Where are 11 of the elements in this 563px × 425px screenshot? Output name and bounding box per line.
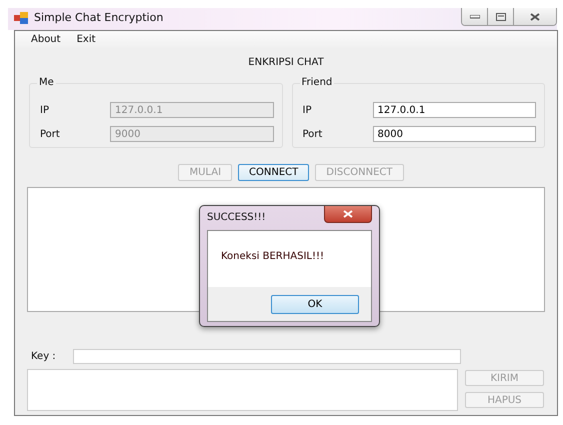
field-label: IP [40,104,50,116]
field-label: IP [302,104,312,116]
field-label: Port [302,128,324,140]
group-title: Friend [300,77,334,88]
window-title: Simple Chat Encryption [34,11,164,24]
dialog-message: Koneksi BERHASIL!!! [220,250,326,262]
group-title: Me [37,77,56,88]
key-label: Key : [31,351,56,362]
heading: ENKRIPSI CHAT [247,57,325,70]
field-label: Port [40,128,61,140]
dialog-title: SUCCESS!!! [207,211,266,223]
